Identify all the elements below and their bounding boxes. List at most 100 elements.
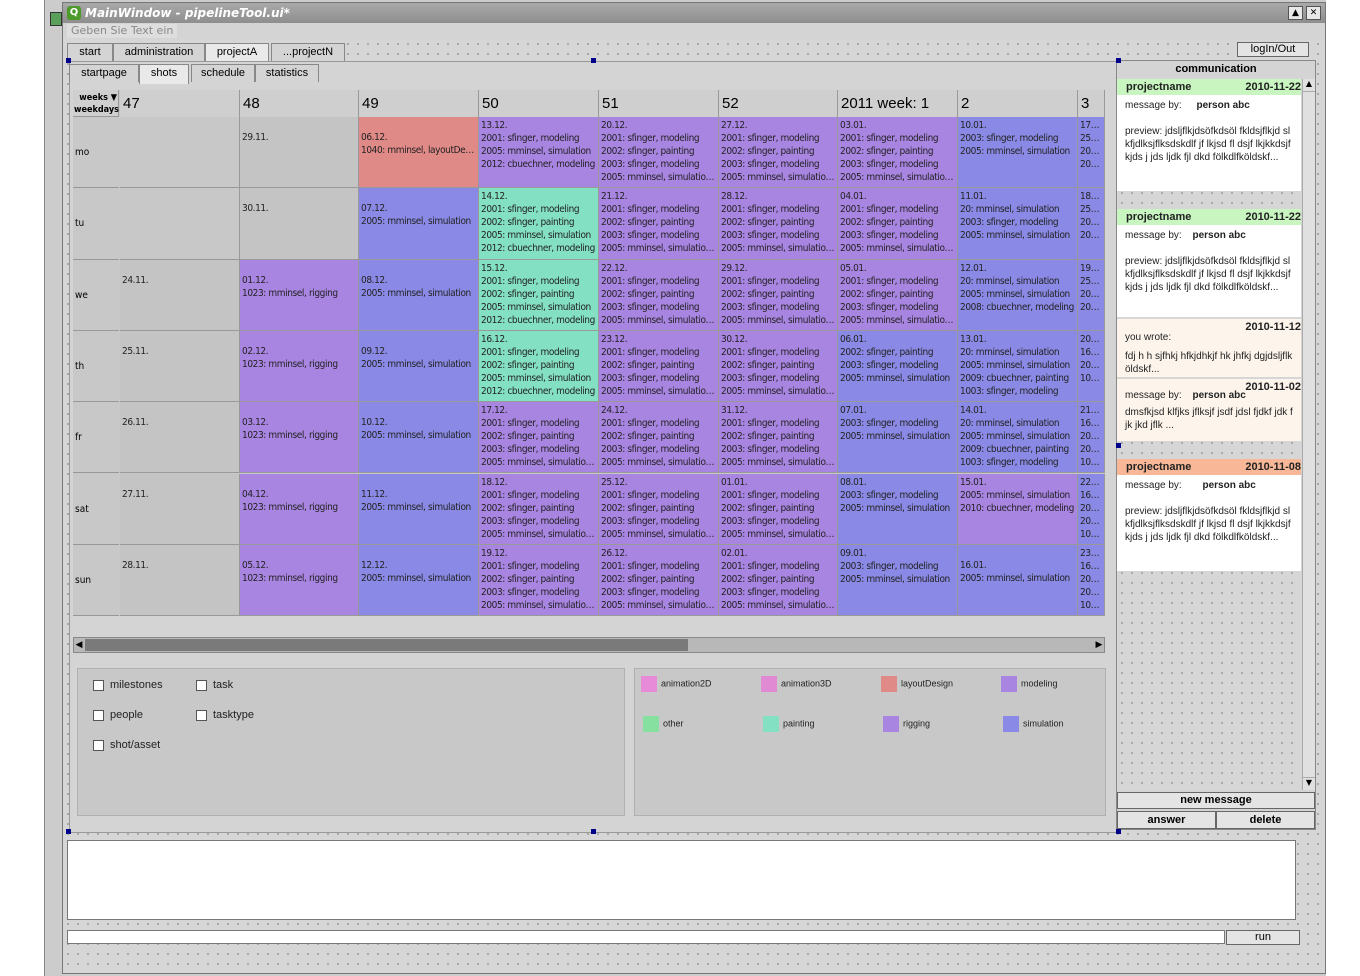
calendar-cell[interactable]: 06.12. 1040: mminsel, layoutDesign <box>359 117 479 189</box>
calendar-cell[interactable]: 01.12. 1023: mminsel, rigging <box>240 259 359 331</box>
calendar-cell[interactable]: 15.12. 2001: sfinger, modeling 2002: sfing… <box>479 259 599 331</box>
checkbox-box[interactable] <box>196 679 207 691</box>
calendar-cell[interactable]: 08.12. 2005: mminsel, simulation <box>359 259 479 331</box>
calendar-cell[interactable]: 16.12. 2001: sfinger, modeling 2002: sfing… <box>479 330 599 403</box>
login-logout-button[interactable]: logIn/Out <box>1237 42 1309 57</box>
calendar-cell[interactable]: 23.12. 2001: sfinger, modeling 2002: sfing… <box>599 330 719 403</box>
new-message-button[interactable]: new message <box>1117 792 1315 809</box>
tab-shots[interactable]: shots <box>139 64 189 84</box>
selection-handle[interactable] <box>1116 829 1121 834</box>
selection-handle[interactable] <box>591 58 596 63</box>
people-checkbox[interactable]: people <box>93 709 143 721</box>
message-card[interactable]: projectname 2010-11-22 message by: person… <box>1117 79 1301 191</box>
calendar-cell[interactable]: 13.01. 20: mminsel, simulation 2005: mmins… <box>958 330 1078 403</box>
checkbox-box[interactable] <box>93 739 104 751</box>
shot-asset-checkbox[interactable]: shot/asset <box>93 739 160 751</box>
calendar-cell[interactable]: 16.01. 2005: mminsel, simulation <box>958 544 1078 616</box>
calendar-cell[interactable]: 28.11. <box>120 544 240 616</box>
calendar-cell[interactable]: 25.11. <box>120 330 240 403</box>
tab-administration[interactable]: administration <box>113 43 205 61</box>
calendar-cell[interactable]: 30.12. 2001: sfinger, modeling 2002: sfing… <box>719 330 838 403</box>
tasktype-checkbox[interactable]: tasktype <box>196 709 254 721</box>
calendar-cell[interactable]: 09.01. 2003: sfinger, modeling 2005: mmins… <box>838 544 958 616</box>
message-card[interactable]: projectname 2010-11-22 message by: person… <box>1117 209 1301 317</box>
calendar-cell[interactable]: 30.11. <box>240 188 359 260</box>
week-header[interactable]: 47 <box>120 90 240 117</box>
calendar-cell[interactable]: 23.01 16: m 2005: 2011: 1006: <box>1078 544 1105 616</box>
scroll-left-arrow-icon[interactable]: ◀ <box>74 638 84 652</box>
scrollbar-thumb[interactable] <box>85 639 688 651</box>
calendar-cell[interactable]: 28.12. 2001: sfinger, modeling 2002: sfing… <box>719 188 838 260</box>
message-card[interactable]: 2010-11-02 message by: person abc dmsfkj… <box>1117 379 1301 441</box>
answer-button[interactable]: answer <box>1117 811 1216 829</box>
scroll-down-arrow-icon[interactable]: ▼ <box>1303 777 1315 790</box>
calendar-cell[interactable]: 21.12. 2001: sfinger, modeling 2002: sfing… <box>599 188 719 260</box>
calendar-cell[interactable]: 14.01. 20: mminsel, simulation 2005: mmins… <box>958 402 1078 474</box>
calendar-cell[interactable]: 27.12. 2001: sfinger, modeling 2002: sfing… <box>719 117 838 189</box>
calendar-cell[interactable]: 12.01. 20: mminsel, simulation 2005: mmins… <box>958 259 1078 331</box>
calendar-cell[interactable]: 03.01. 2001: sfinger, modeling 2002: sfing… <box>838 117 958 189</box>
selection-handle[interactable] <box>66 58 71 63</box>
checkbox-box[interactable] <box>93 679 104 691</box>
calendar-cell[interactable]: 26.11. <box>120 402 240 474</box>
milestones-checkbox[interactable]: milestones <box>93 679 163 691</box>
calendar-cell[interactable]: 18.01 25: m 2005: 2007: <box>1078 188 1105 260</box>
week-header[interactable]: 2 <box>958 90 1078 117</box>
selection-handle[interactable] <box>1116 443 1121 448</box>
calendar-cell[interactable]: 05.01. 2001: sfinger, modeling 2002: sfing… <box>838 259 958 331</box>
selection-handle[interactable] <box>1116 58 1121 63</box>
calendar-cell[interactable]: 06.01. 2002: sfinger, painting 2003: sfing… <box>838 330 958 403</box>
calendar-cell[interactable]: 11.12. 2005: mminsel, simulation <box>359 473 479 545</box>
calendar-cell[interactable]: 02.01. 2001: sfinger, modeling 2002: sfing… <box>719 544 838 616</box>
calendar-cell[interactable]: 29.12. 2001: sfinger, modeling 2002: sfing… <box>719 259 838 331</box>
week-header[interactable]: 51 <box>599 90 719 117</box>
tab-startpage[interactable]: startpage <box>69 64 139 82</box>
calendar-cell[interactable]: 10.01. 2003: sfinger, modeling 2005: mmins… <box>958 117 1078 189</box>
calendar-cell[interactable]: 12.12. 2005: mminsel, simulation <box>359 544 479 616</box>
calendar-cell[interactable]: 29.11. <box>240 117 359 189</box>
scroll-up-arrow-icon[interactable]: ▲ <box>1303 79 1315 92</box>
calendar-cell[interactable]: 01.01. 2001: sfinger, modeling 2002: sfing… <box>719 473 838 545</box>
minimize-button[interactable]: ▲ <box>1288 6 1303 20</box>
grid-horizontal-scrollbar[interactable]: ◀ ▶ <box>73 637 1105 653</box>
calendar-cell[interactable]: 21.01 16: m 2005: 2011: 1005: <box>1078 402 1105 474</box>
weeks-dropdown[interactable]: weeks ▼ <box>74 92 117 104</box>
selection-handle[interactable] <box>66 829 71 834</box>
scroll-right-arrow-icon[interactable]: ▶ <box>1094 638 1104 652</box>
calendar-cell[interactable]: 14.12. 2001: sfinger, modeling 2002: sfing… <box>479 188 599 260</box>
calendar-cell[interactable]: 15.01. 2005: mminsel, simulation 2010: cbu… <box>958 473 1078 545</box>
tab-schedule[interactable]: schedule <box>191 64 255 82</box>
calendar-cell[interactable]: 22.01 16: m 2005: 2011: 1006: <box>1078 473 1105 545</box>
calendar-cell[interactable]: 26.12. 2001: sfinger, modeling 2002: sfing… <box>599 544 719 616</box>
calendar-cell[interactable]: 08.01. 2003: sfinger, modeling 2005: mmins… <box>838 473 958 545</box>
tab-start[interactable]: start <box>67 43 113 61</box>
message-card[interactable]: projectname 2010-11-08 message by: person… <box>1117 459 1301 571</box>
calendar-cell[interactable]: 04.12. 1023: mminsel, rigging <box>240 473 359 545</box>
calendar-cell[interactable]: 17.01 25: m 2005: 2006: <box>1078 117 1105 189</box>
calendar-cell[interactable] <box>120 188 240 260</box>
tab-statistics[interactable]: statistics <box>255 64 319 82</box>
calendar-cell[interactable]: 05.12. 1023: mminsel, rigging <box>240 544 359 616</box>
calendar-cell[interactable]: 19.01 25: m 2005: 2007: <box>1078 259 1105 331</box>
message-list-scrollbar[interactable]: ▲ ▼ <box>1302 79 1315 790</box>
calendar-cell[interactable]: 24.11. <box>120 259 240 331</box>
week-header[interactable]: 49 <box>359 90 479 117</box>
tab-projectn[interactable]: ...projectN <box>271 43 345 61</box>
console-output[interactable] <box>67 840 1296 920</box>
calendar-cell[interactable]: 31.12. 2001: sfinger, modeling 2002: sfing… <box>719 402 838 474</box>
checkbox-box[interactable] <box>196 709 207 721</box>
week-header[interactable]: 48 <box>240 90 359 117</box>
calendar-cell[interactable]: 07.01. 2003: sfinger, modeling 2005: mmins… <box>838 402 958 474</box>
week-header[interactable]: 2011 week: 1 <box>838 90 958 117</box>
close-button[interactable]: ✕ <box>1306 6 1321 20</box>
calendar-cell[interactable]: 13.12. 2001: sfinger, modeling 2005: mmins… <box>479 117 599 189</box>
calendar-cell[interactable]: 03.12. 1023: mminsel, rigging <box>240 402 359 474</box>
calendar-cell[interactable]: 09.12. 2005: mminsel, simulation <box>359 330 479 403</box>
calendar-cell[interactable]: 07.12. 2005: mminsel, simulation <box>359 188 479 260</box>
calendar-cell[interactable]: 24.12. 2001: sfinger, modeling 2002: sfing… <box>599 402 719 474</box>
calendar-cell[interactable]: 11.01. 20: mminsel, simulation 2003: sfing… <box>958 188 1078 260</box>
calendar-cell[interactable]: 22.12. 2001: sfinger, modeling 2002: sfing… <box>599 259 719 331</box>
calendar-cell[interactable]: 10.12. 2005: mminsel, simulation <box>359 402 479 474</box>
calendar-cell[interactable]: 04.01. 2001: sfinger, modeling 2002: sfing… <box>838 188 958 260</box>
tab-projecta[interactable]: projectA <box>205 43 269 63</box>
